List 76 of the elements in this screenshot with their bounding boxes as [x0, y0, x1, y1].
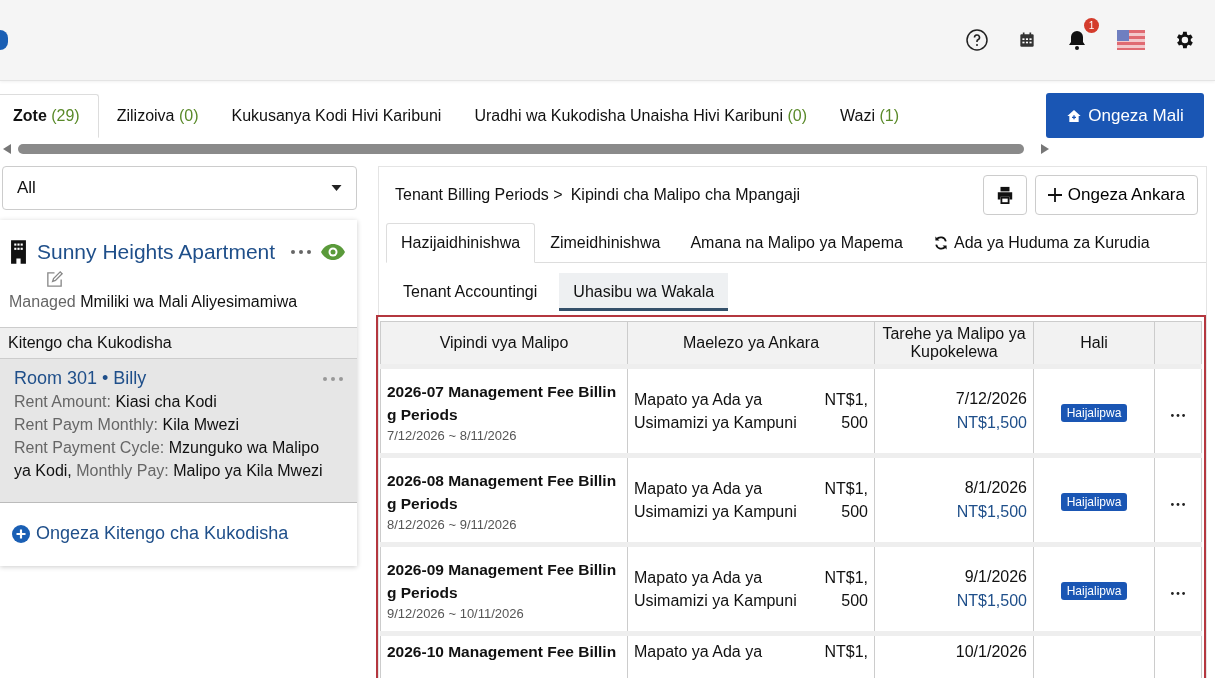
- sub-tab[interactable]: Tenant Accountingi: [395, 273, 546, 311]
- edit-icon[interactable]: [45, 270, 64, 289]
- property-tab[interactable]: Uradhi wa Kukodisha Unaisha Hivi Karibuni (0): [460, 93, 826, 138]
- help-icon[interactable]: [965, 28, 989, 52]
- plus-icon: [1047, 188, 1062, 202]
- tab[interactable]: Ada ya Huduma za Kurudia: [918, 223, 1165, 263]
- billing-period-title: 2026-07 Management Fee Billing Periods: [387, 381, 618, 425]
- scroll-left-icon[interactable]: [3, 144, 11, 154]
- scroll-right-icon[interactable]: [1041, 144, 1049, 154]
- house-icon: [1066, 107, 1083, 124]
- due-amount: NT$1,500: [955, 502, 1027, 522]
- owner-name: Mmiliki wa Mali Aliyesimamiwa: [80, 293, 298, 310]
- calendar-icon[interactable]: [1017, 30, 1037, 50]
- due-date: 8/1/2026: [963, 478, 1027, 498]
- add-invoice-button[interactable]: Ongeza Ankara: [1034, 175, 1198, 215]
- billing-period-title: 2026-08 Management Fee Billing Periods: [387, 470, 618, 514]
- caret-icon: [331, 185, 342, 191]
- due-date: 7/12/2026: [954, 389, 1027, 409]
- property-tab[interactable]: Zote (29): [0, 93, 99, 138]
- add-unit-link[interactable]: Ongeza Kitengo cha Kukodisha: [36, 523, 289, 544]
- invoice-amount: NT$1,: [823, 642, 868, 662]
- section-header: Kitengo cha Kukodisha: [0, 327, 357, 359]
- invoice-amount: NT$1,500: [823, 479, 868, 522]
- breadcrumb-link[interactable]: Tenant Billing Periods >: [395, 186, 563, 204]
- date-range: 8/12/2026 ~ 9/11/2026: [387, 516, 518, 532]
- column-header: Tarehe ya Malipo ya Kupokelewa: [874, 321, 1034, 367]
- unit-detail: Rent Paym Monthly: Kila Mwezi: [14, 415, 240, 435]
- due-date: 9/1/2026: [963, 567, 1027, 587]
- unit-title[interactable]: Room 301 • Billy: [14, 367, 147, 390]
- tab[interactable]: Amana na Malipo ya Mapema: [675, 223, 918, 263]
- unit-detail: Rent Amount: Kiasi cha Kodi: [14, 392, 218, 412]
- date-range: 7/12/2026 ~ 8/11/2026: [387, 427, 518, 443]
- building-icon: [10, 240, 27, 264]
- invoice-description: Mapato ya Ada ya Usimamizi ya Kampuni: [634, 390, 798, 433]
- print-button[interactable]: [982, 175, 1027, 215]
- property-tab[interactable]: Wazi (1): [826, 93, 918, 138]
- property-tab[interactable]: Kukusanya Kodi Hivi Karibuni: [217, 93, 461, 138]
- refresh-icon: [933, 235, 949, 251]
- tab[interactable]: Zimeidhinishwa: [535, 223, 676, 263]
- more-icon[interactable]: [1171, 502, 1185, 506]
- billing-period-title: 2026-09 Management Fee Billing Periods: [387, 559, 618, 603]
- due-date: 10/1/2026: [954, 642, 1027, 662]
- status-badge: Haijalipwa: [1060, 581, 1128, 600]
- managed-label: Managed: [9, 293, 76, 310]
- unit-card[interactable]: Room 301 • Billy Rent Amount: Kiasi cha Kodi Rent Paym Monthly: Kila Mwezi Rent Payment Cycle: Mzunguko wa Malipo ya Kodi, Monthly Pay: Malipo ya Kila Mwezi: [0, 359, 357, 503]
- property-tab[interactable]: Zilizoiva (0): [98, 93, 218, 138]
- eye-icon[interactable]: [321, 244, 346, 260]
- unit-detail: Rent Payment Cycle: Mzunguko wa Malipo ya Kodi, Monthly Pay: Malipo ya Kila Mwezi: [13, 438, 324, 481]
- column-header: Hali: [1033, 321, 1155, 367]
- due-amount: NT$1,500: [955, 413, 1027, 433]
- invoice-description: Mapato ya Ada ya Usimamizi ya Kampuni: [634, 568, 798, 611]
- invoice-description: Mapato ya Ada ya Usimamizi ya Kampuni: [634, 479, 798, 522]
- more-icon[interactable]: [1171, 591, 1185, 595]
- add-property-button[interactable]: Ongeza Mali: [1046, 93, 1204, 138]
- invoice-amount: NT$1,500: [823, 568, 868, 611]
- sub-tab[interactable]: Uhasibu wa Wakala: [559, 273, 729, 311]
- due-amount: NT$1,500: [955, 591, 1027, 611]
- date-range: 9/12/2026 ~ 10/11/2026: [387, 605, 525, 621]
- more-icon[interactable]: [1171, 413, 1185, 417]
- flag-icon[interactable]: [1117, 30, 1145, 50]
- status-badge: Haijalipwa: [1060, 492, 1128, 511]
- breadcrumb-current: Kipindi cha Malipo cha Mpangaji: [570, 186, 801, 204]
- billing-period-title: 2026-10 Management Fee Billin: [387, 642, 618, 662]
- column-header: Vipindi vya Malipo: [380, 321, 628, 367]
- invoice-amount: NT$1,500: [823, 390, 868, 433]
- property-name[interactable]: Sunny Heights Apartment: [37, 240, 276, 264]
- invoice-description: Mapato ya Ada ya: [634, 642, 764, 662]
- filter-select[interactable]: All: [2, 166, 357, 210]
- tab[interactable]: Hazijaidhinishwa: [386, 223, 536, 263]
- status-badge: Haijalipwa: [1060, 403, 1128, 422]
- plus-circle-icon[interactable]: [12, 524, 30, 543]
- logo-icon[interactable]: [0, 30, 8, 50]
- notification-badge: 1: [1084, 18, 1099, 33]
- column-header: Maelezo ya Ankara: [627, 321, 875, 367]
- scrollbar[interactable]: [18, 144, 1024, 154]
- printer-icon: [995, 186, 1014, 204]
